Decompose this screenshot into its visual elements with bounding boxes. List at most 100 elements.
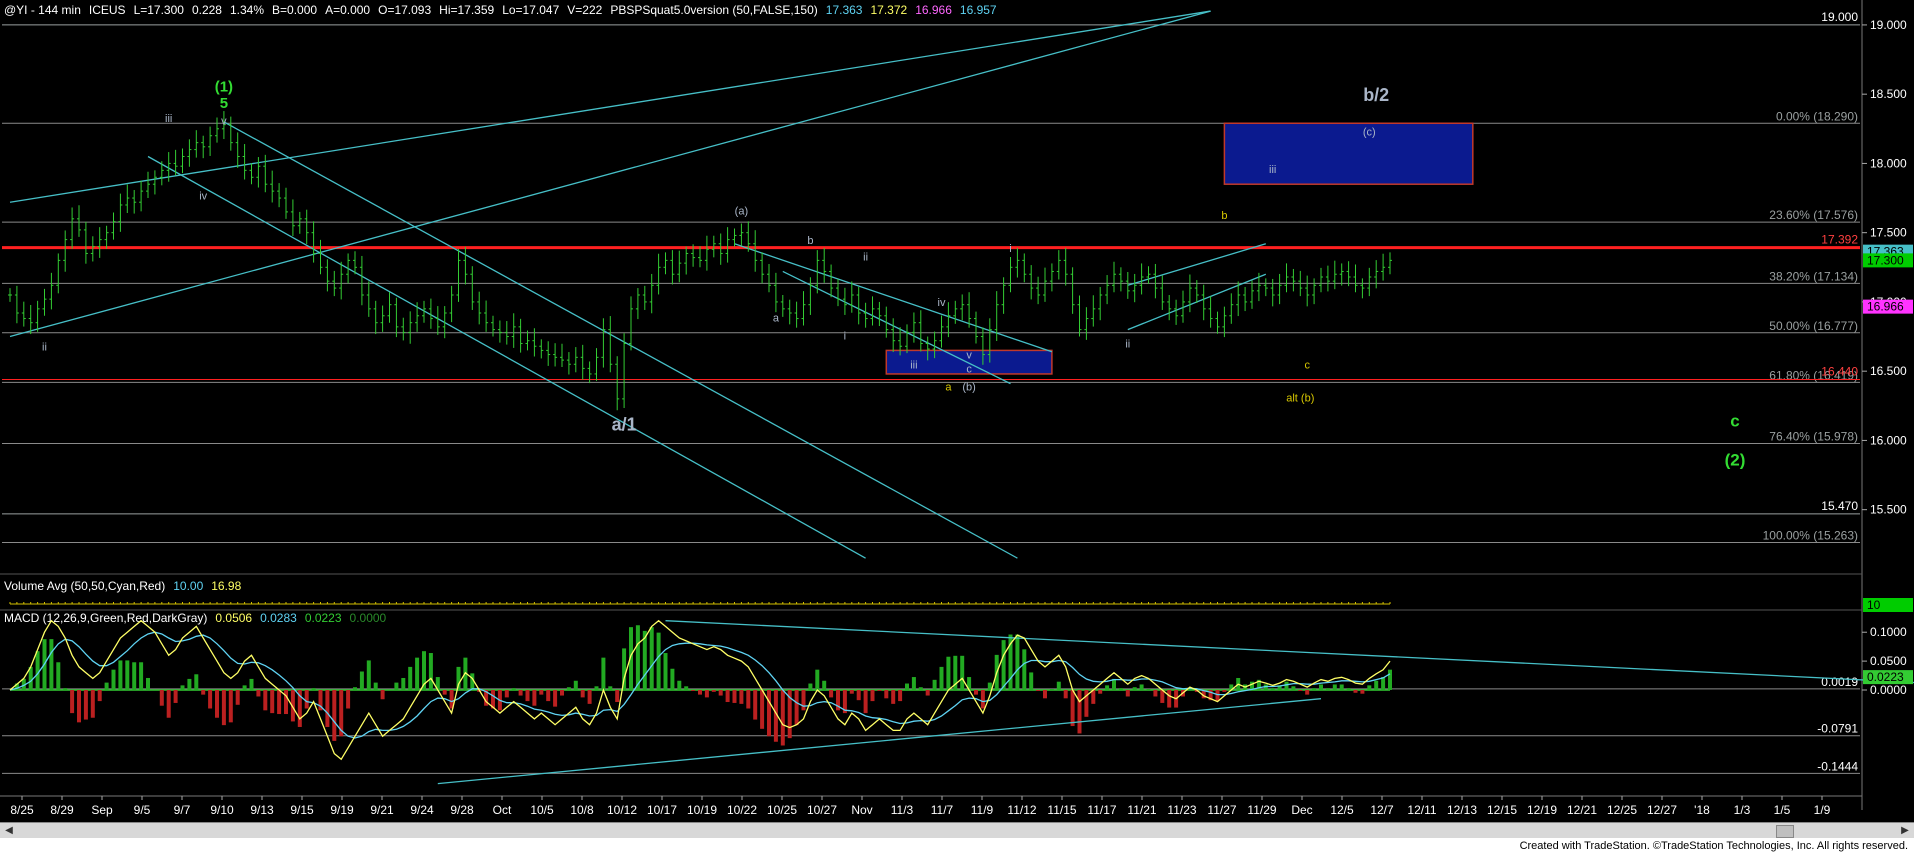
date-tick-label: 12/15 (1487, 803, 1517, 817)
wave-label: c (966, 364, 972, 376)
macd-marker-label: 0.0223 (1867, 670, 1904, 684)
date-tick-label: 10/19 (687, 803, 717, 817)
wave-label: iii (165, 113, 172, 125)
wave-label: a/1 (612, 415, 637, 435)
macd-panel-label: 0.0506 (215, 611, 252, 625)
price-tick-label: 16.000 (1870, 433, 1907, 447)
date-tick-label: 9/28 (450, 803, 474, 817)
date-tick-label: 12/5 (1330, 803, 1354, 817)
date-tick-label: 11/17 (1087, 803, 1116, 817)
date-tick-label: Nov (851, 803, 872, 817)
date-tick-label: 9/10 (210, 803, 234, 817)
macd-level-label: -0.1444 (1817, 759, 1858, 773)
wave-label: ii (863, 251, 868, 263)
header-field: A=0.000 (325, 3, 370, 17)
macd-level-label: -0.0791 (1817, 722, 1858, 736)
wave-label: ii (42, 341, 47, 353)
date-tick-label: 1/3 (1734, 803, 1751, 817)
price-marker-label: 16.966 (1867, 300, 1904, 314)
horizontal-scrollbar[interactable]: ◀ ▶ (0, 822, 1914, 839)
date-tick-label: 11/23 (1167, 803, 1196, 817)
header-study-value: 16.966 (915, 3, 952, 17)
date-tick-label: 11/9 (971, 803, 994, 817)
horizontal-level-label: 16.440 (1821, 364, 1858, 378)
wave-label: iii (910, 359, 917, 371)
date-tick-label: 10/5 (530, 803, 554, 817)
date-tick-label: 10/22 (727, 803, 757, 817)
macd-level-label: 0.0019 (1821, 675, 1858, 689)
header-field: B=0.000 (272, 3, 317, 17)
price-tick-label: 16.500 (1870, 364, 1907, 378)
price-tick-label: 15.500 (1870, 503, 1907, 517)
header-field: PBSPSquat5.0version (50,FALSE,150) (610, 3, 817, 17)
date-tick-label: 12/27 (1647, 803, 1677, 817)
horizontal-level-label: 19.000 (1821, 10, 1858, 24)
fib-level-label: 76.40% (15.978) (1769, 429, 1858, 443)
header-field: L=17.300 (134, 3, 185, 17)
fib-level-label: 100.00% (15.263) (1763, 528, 1858, 542)
wave-label: c (1304, 359, 1310, 371)
date-tick-label: Sep (91, 803, 113, 817)
scrollbar-thumb[interactable] (1776, 825, 1794, 838)
header-study-value: 16.957 (960, 3, 997, 17)
date-tick-label: 12/13 (1447, 803, 1477, 817)
date-tick-label: 12/11 (1407, 803, 1436, 817)
copyright-text: Created with TradeStation. ©TradeStation… (1519, 840, 1908, 852)
macd-panel-label: 0.0223 (305, 611, 342, 625)
date-tick-label: 12/25 (1607, 803, 1637, 817)
header-field: 1.34% (230, 3, 264, 17)
header-field: 0.228 (192, 3, 222, 17)
price-chart[interactable]: @YI - 144 min ICEUS L=17.300 0.228 1.34% B=0.… (0, 0, 1914, 822)
date-tick-label: 9/24 (410, 803, 434, 817)
price-tick-label: 18.000 (1870, 156, 1907, 170)
volume-panel-label: 16.98 (211, 579, 241, 593)
date-tick-label: 11/12 (1007, 803, 1036, 817)
header-field: Lo=17.047 (502, 3, 559, 17)
macd-panel-label: 0.0283 (260, 611, 297, 625)
wave-label: (2) (1725, 450, 1746, 469)
fib-level-label: 0.00% (18.290) (1776, 109, 1858, 123)
date-tick-label: 11/29 (1247, 803, 1276, 817)
horizontal-level-label: 15.470 (1821, 499, 1858, 513)
wave-label: (a) (735, 206, 748, 218)
header-field: Hi=17.359 (439, 3, 494, 17)
wave-label: alt (b) (1286, 393, 1314, 405)
wave-label: ii (1125, 339, 1130, 351)
footer: Created with TradeStation. ©TradeStation… (0, 838, 1914, 856)
fib-level-label: 38.20% (17.134) (1769, 269, 1858, 283)
date-tick-label: 1/5 (1774, 803, 1791, 817)
horizontal-level-label: 17.392 (1821, 233, 1858, 247)
wave-label: c (1730, 412, 1739, 431)
macd-tick-label: 0.0500 (1870, 654, 1907, 668)
scroll-right-icon[interactable]: ▶ (1898, 825, 1912, 836)
date-tick-label: 9/13 (250, 803, 274, 817)
wave-label: iv (199, 190, 207, 202)
date-tick-label: 11/3 (891, 803, 914, 817)
wave-label: i (844, 330, 846, 342)
target-zone-box (1223, 122, 1474, 185)
volume-panel-label: 10.00 (173, 579, 203, 593)
wave-label: v (966, 350, 972, 362)
price-tick-label: 18.500 (1870, 87, 1907, 101)
macd-tick-label: 0.0000 (1870, 683, 1907, 697)
date-tick-label: 10/17 (647, 803, 677, 817)
header-field: @YI - 144 min (4, 3, 81, 17)
date-tick-label: 1/9 (1814, 803, 1831, 817)
date-tick-label: 8/29 (50, 803, 74, 817)
macd-tick-label: 0.1000 (1870, 625, 1907, 639)
wave-label: (1) (215, 78, 233, 95)
date-tick-label: Oct (493, 803, 512, 817)
header-field: V=222 (567, 3, 602, 17)
wave-label: iv (938, 297, 946, 309)
date-tick-label: 11/21 (1127, 803, 1156, 817)
date-tick-label: '18 (1694, 803, 1710, 817)
price-tick-label: 17.500 (1870, 226, 1907, 240)
scroll-left-icon[interactable]: ◀ (2, 825, 16, 836)
date-tick-label: 9/15 (290, 803, 314, 817)
date-tick-label: 12/7 (1370, 803, 1394, 817)
price-tick-label: 19.000 (1870, 18, 1907, 32)
wave-label: a (773, 312, 780, 324)
date-tick-label: 12/21 (1567, 803, 1597, 817)
wave-label: (b) (962, 382, 975, 394)
wave-label: (c) (1363, 127, 1376, 139)
